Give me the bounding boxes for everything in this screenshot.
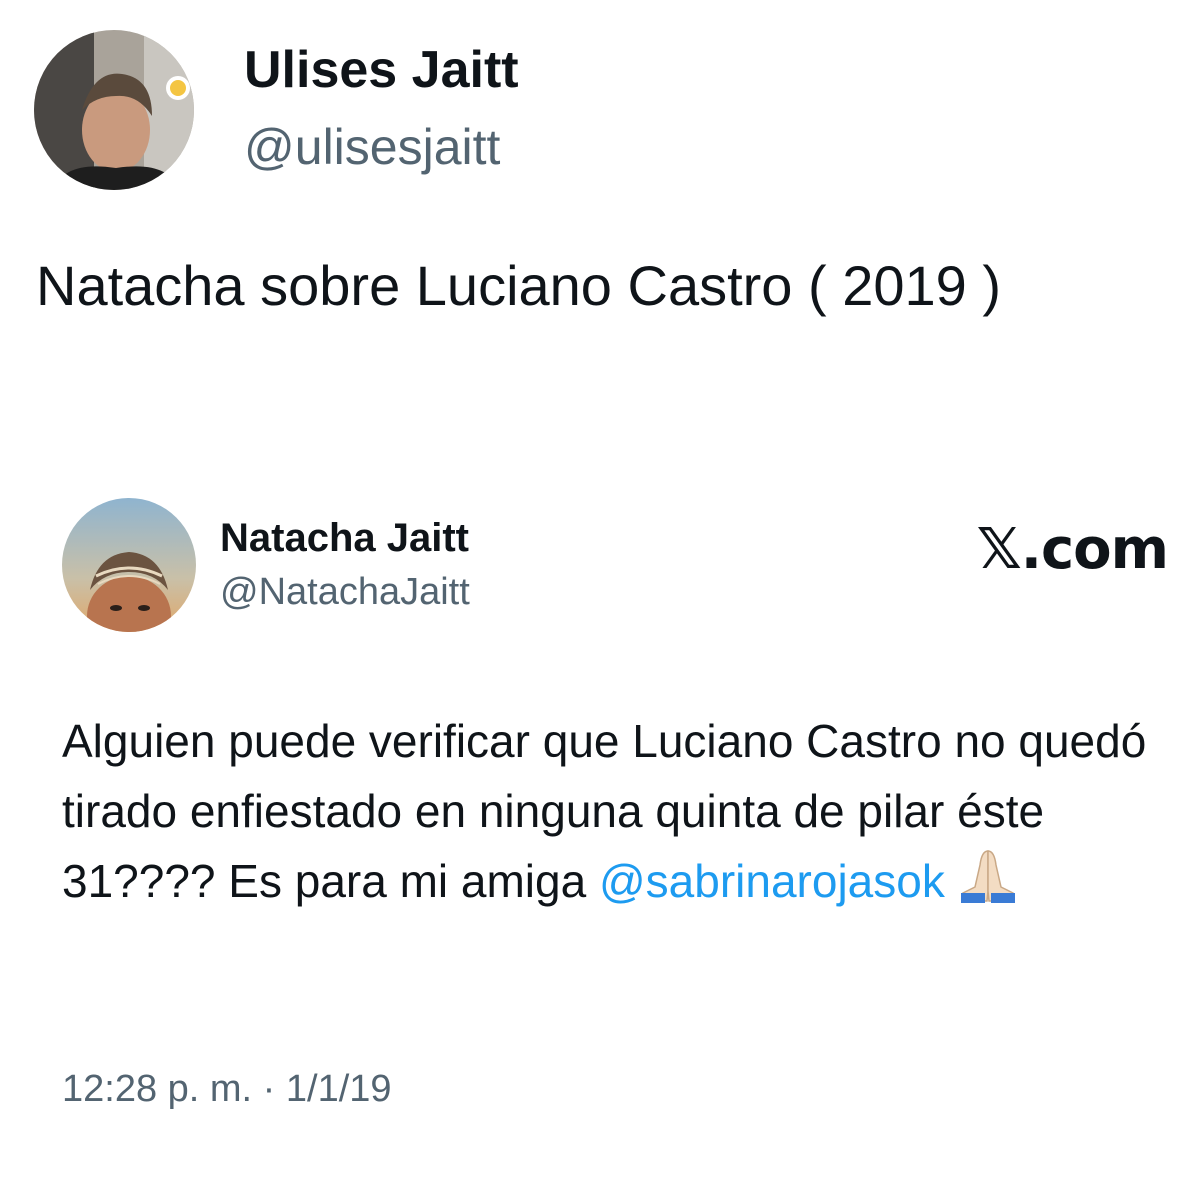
author-name[interactable]: Ulises Jaitt (244, 44, 519, 96)
quoted-author-handle[interactable]: @NatachaJaitt (220, 573, 470, 611)
avatar[interactable] (34, 30, 194, 190)
folded-hands-icon (955, 847, 1021, 922)
quoted-tweet-text: Alguien puede verificar que Luciano Cast… (62, 706, 1162, 922)
x-logo: 𝕏.com (976, 517, 1169, 582)
avatar-photo (34, 30, 194, 190)
quoted-author-name[interactable]: Natacha Jaitt (220, 518, 469, 558)
quoted-tweet[interactable]: Natacha Jaitt @NatachaJaitt 𝕏.com Alguie… (0, 480, 1200, 1180)
tweet-text: Natacha sobre Luciano Castro ( 2019 ) (36, 254, 1001, 317)
author-handle[interactable]: @ulisesjaitt (244, 122, 500, 172)
quoted-avatar-photo (62, 498, 196, 632)
mention-link[interactable]: @sabrinarojasok (599, 855, 945, 907)
tweet-timestamp[interactable]: 12:28 p. m. · 1/1/19 (62, 1070, 392, 1108)
quoted-avatar[interactable] (62, 498, 196, 632)
